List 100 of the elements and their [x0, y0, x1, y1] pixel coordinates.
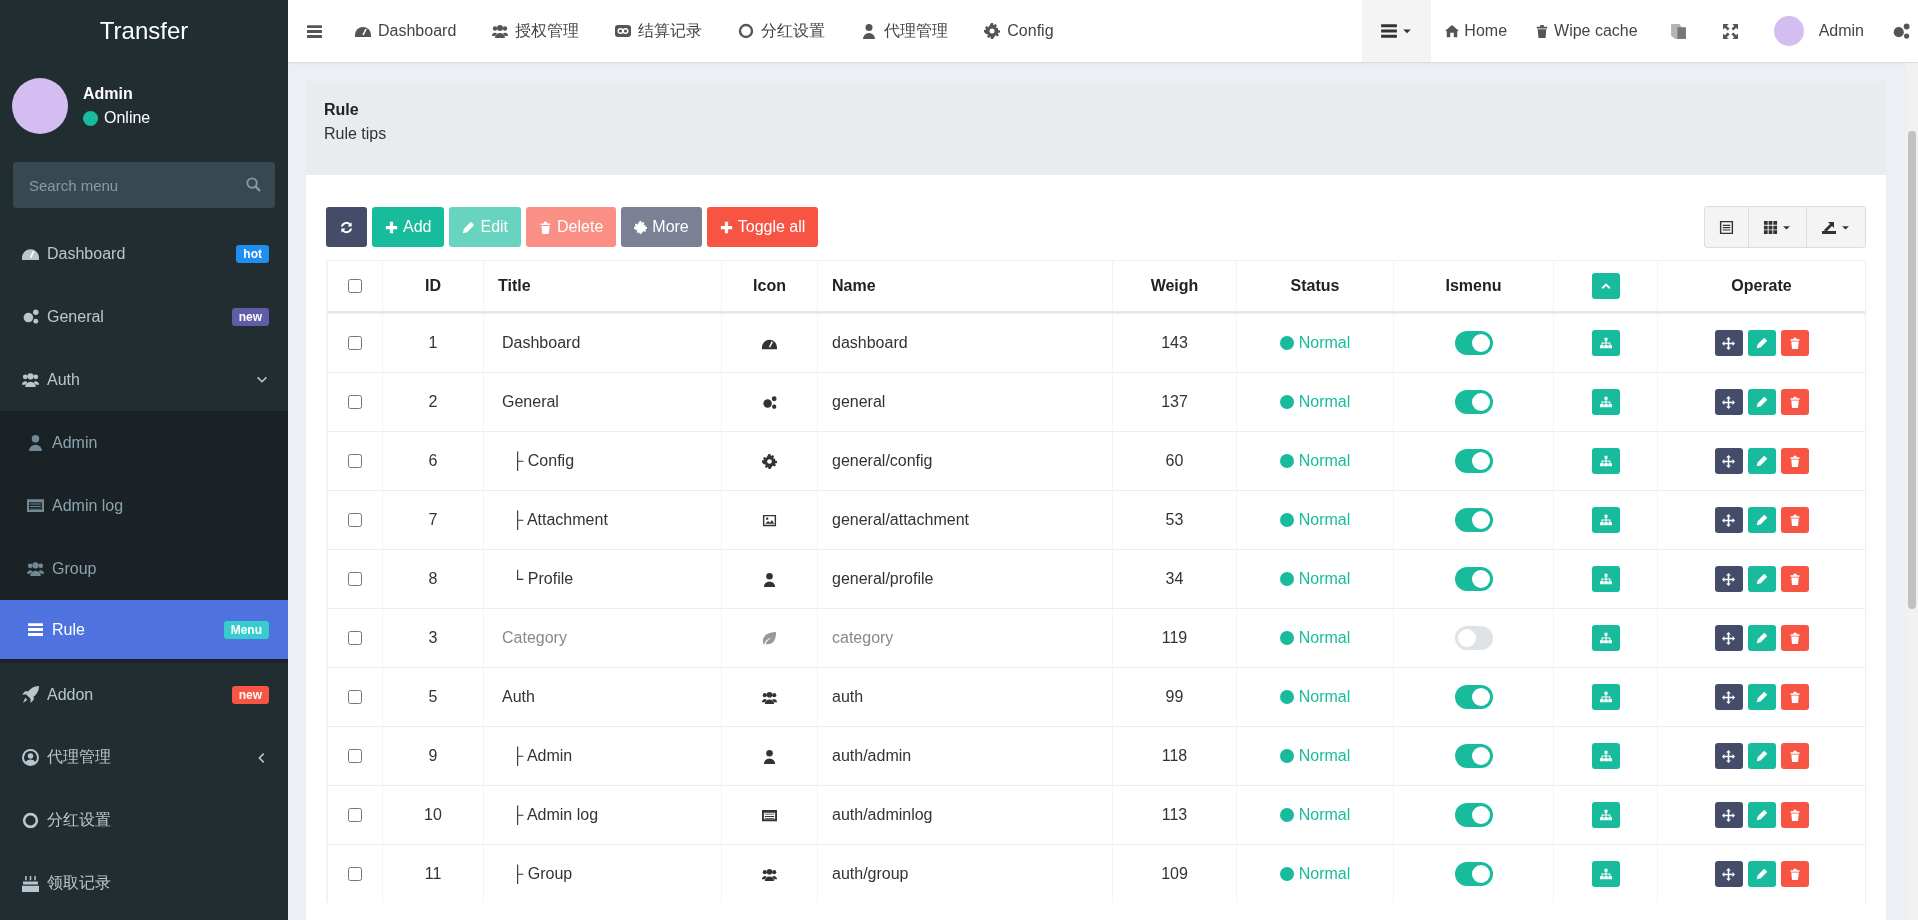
drag-button[interactable]: [1714, 743, 1743, 769]
drag-button[interactable]: [1714, 861, 1743, 887]
sidebar-item[interactable]: Dashboard hot: [0, 222, 288, 285]
toggle-switch[interactable]: [1454, 567, 1493, 591]
table-cell: Auth: [502, 688, 535, 706]
badge: Menu: [223, 620, 269, 639]
status-text: Normal: [1298, 511, 1351, 529]
tree-button[interactable]: [1591, 448, 1620, 474]
status-dot: [1279, 631, 1294, 645]
sidebar-item[interactable]: General new: [0, 285, 288, 348]
nav-tab[interactable]: 授权管理: [474, 0, 598, 62]
delete-button[interactable]: [1780, 802, 1809, 828]
drag-button[interactable]: [1714, 684, 1743, 710]
fullscreen-icon[interactable]: [1722, 23, 1738, 39]
circle-icon: [738, 23, 755, 39]
export-icon: [1821, 219, 1837, 235]
menu-icon[interactable]: [306, 22, 323, 40]
select-all-checkbox[interactable]: [348, 279, 362, 293]
toggle-switch[interactable]: [1454, 331, 1493, 355]
delete-button[interactable]: [1780, 566, 1809, 592]
delete-button[interactable]: [1780, 507, 1809, 533]
tree-button[interactable]: [1591, 625, 1620, 651]
tree-button[interactable]: [1591, 684, 1620, 710]
scrollbar-thumb[interactable]: [1908, 131, 1916, 609]
trash-icon: [1535, 24, 1550, 38]
row-checkbox[interactable]: [348, 513, 362, 527]
nav-tab[interactable]: Config: [966, 0, 1072, 62]
drag-button[interactable]: [1714, 625, 1743, 651]
menu-dropdown-button[interactable]: [1362, 0, 1432, 62]
search-icon[interactable]: [246, 177, 261, 192]
row-checkbox[interactable]: [348, 572, 362, 586]
avatar: [12, 78, 68, 134]
drag-button[interactable]: [1714, 507, 1743, 533]
move-icon: [1722, 749, 1735, 763]
tree-button[interactable]: [1591, 743, 1620, 769]
toggle-switch[interactable]: [1454, 744, 1493, 768]
nav-tab[interactable]: 结算记录: [597, 0, 721, 62]
nav-tab[interactable]: 分红设置: [720, 0, 844, 62]
nav-link[interactable]: Home: [1431, 0, 1522, 62]
toggle-switch[interactable]: [1454, 626, 1493, 650]
toggle-switch[interactable]: [1454, 685, 1493, 709]
table-cell: auth: [832, 688, 864, 706]
pencil-icon: [1755, 573, 1768, 585]
status-text: Normal: [1298, 865, 1351, 883]
drag-button[interactable]: [1714, 330, 1743, 356]
tree-button[interactable]: [1591, 389, 1620, 415]
tree-button[interactable]: [1591, 330, 1620, 356]
delete-button[interactable]: [1780, 625, 1809, 651]
toggle-switch[interactable]: [1454, 862, 1493, 886]
more-button[interactable]: More: [621, 207, 702, 247]
nav-link[interactable]: Wipe cache: [1521, 0, 1652, 62]
nav-tab[interactable]: Dashboard: [337, 0, 475, 62]
drag-button[interactable]: [1714, 566, 1743, 592]
row-checkbox[interactable]: [348, 336, 362, 350]
delete-button[interactable]: [1780, 743, 1809, 769]
toggle-switch[interactable]: [1454, 508, 1493, 532]
sidebar-item[interactable]: Group: [0, 537, 288, 600]
table-cell: 8: [428, 570, 438, 588]
table-cell: ├ Attachment: [512, 511, 608, 529]
delete-button[interactable]: [1780, 684, 1809, 710]
sidebar-item[interactable]: 分红设置: [0, 789, 288, 852]
drag-button[interactable]: [1714, 802, 1743, 828]
search-field[interactable]: Search menu: [13, 162, 275, 208]
toggle-switch[interactable]: [1454, 449, 1493, 473]
row-checkbox[interactable]: [348, 808, 362, 822]
toggle-switch[interactable]: [1454, 390, 1493, 414]
tree-button[interactable]: [1591, 566, 1620, 592]
trash-icon: [1788, 868, 1801, 880]
toggle-switch[interactable]: [1454, 803, 1493, 827]
tree-button[interactable]: [1591, 802, 1620, 828]
drag-button[interactable]: [1714, 389, 1743, 415]
sidebar-item[interactable]: Addon new: [0, 663, 288, 726]
sidebar-item[interactable]: Admin log: [0, 474, 288, 537]
sidebar-item[interactable]: 领取记录: [0, 852, 288, 915]
row-checkbox[interactable]: [348, 690, 362, 704]
row-checkbox[interactable]: [348, 749, 362, 763]
drag-button[interactable]: [1714, 448, 1743, 474]
row-checkbox[interactable]: [348, 631, 362, 645]
column-header: Status: [1290, 277, 1340, 295]
tree-button[interactable]: [1591, 861, 1620, 887]
table-cell: 53: [1165, 511, 1184, 529]
delete-button[interactable]: [1780, 330, 1809, 356]
sidebar-item[interactable]: 代理管理: [0, 726, 288, 789]
refresh-button[interactable]: [326, 207, 367, 247]
circle-icon: [22, 812, 39, 829]
tree-button[interactable]: [1591, 507, 1620, 533]
row-checkbox[interactable]: [348, 867, 362, 881]
table-cell: general/attachment: [832, 511, 969, 529]
delete-button[interactable]: [1780, 448, 1809, 474]
collapse-button[interactable]: [1591, 273, 1620, 299]
nav-tab[interactable]: 代理管理: [843, 0, 967, 62]
delete-button[interactable]: [1780, 861, 1809, 887]
user-icon: [27, 434, 44, 451]
user-menu[interactable]: Admin: [1755, 0, 1882, 62]
sidebar-item[interactable]: Auth: [0, 348, 288, 411]
sidebar-item[interactable]: Admin: [0, 411, 288, 474]
trash-icon: [1788, 455, 1801, 467]
delete-button[interactable]: [1780, 389, 1809, 415]
row-checkbox[interactable]: [348, 454, 362, 468]
row-checkbox[interactable]: [348, 395, 362, 409]
